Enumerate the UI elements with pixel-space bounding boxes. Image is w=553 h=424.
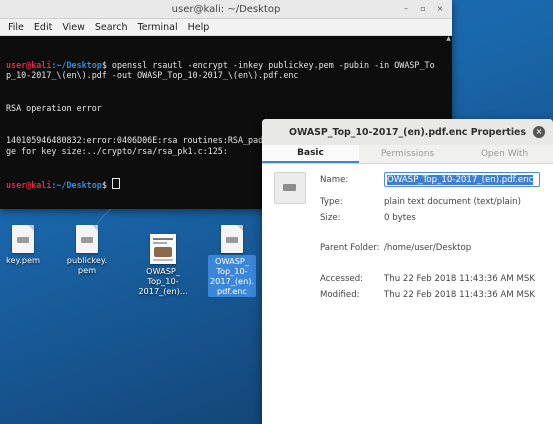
tab-basic[interactable]: Basic <box>262 145 359 163</box>
parent-folder-label: Parent Folder: <box>320 243 380 253</box>
terminal-menubar: File Edit View Search Terminal Help <box>0 19 452 36</box>
menu-edit[interactable]: Edit <box>34 22 52 33</box>
desktop-icon-owasp-pdf-enc[interactable]: OWASP_ Top_10- 2017_(en). pdf.enc <box>205 225 259 297</box>
menu-terminal[interactable]: Terminal <box>138 22 178 33</box>
desktop-icon-label: OWASP_ Top_10- 2017_(en). pdf.enc <box>207 255 257 297</box>
prompt-symbol: $ <box>101 59 112 70</box>
document-icon <box>221 225 243 253</box>
document-icon <box>76 225 98 253</box>
menu-search[interactable]: Search <box>95 22 128 33</box>
size-row: Size: 0 bytes <box>320 213 416 223</box>
pdf-thumbnail-icon <box>150 234 176 264</box>
terminal-titlebar[interactable]: user@kali: ~/Desktop – ▫ × <box>0 0 452 19</box>
dialog-tabs: Basic Permissions Open With <box>262 145 553 164</box>
dialog-body: Name: OWASP_Top_10-2017_(en).pdf.enc Typ… <box>262 164 553 424</box>
name-field[interactable]: OWASP_Top_10-2017_(en).pdf.enc <box>384 172 540 187</box>
desktop-icon-label: OWASP_ Top_10- 2017_(en)... <box>138 266 188 296</box>
menu-file[interactable]: File <box>8 22 24 33</box>
maximize-icon[interactable]: ▫ <box>417 3 429 15</box>
desktop-icon-publickey-pem[interactable]: publickey. pem <box>60 225 114 275</box>
prompt-user: user@kali <box>6 180 52 191</box>
prompt-symbol: $ <box>101 180 112 191</box>
error-line-1: RSA operation error <box>6 102 102 113</box>
prompt-path: :~/Desktop <box>51 59 102 70</box>
document-icon <box>12 225 34 253</box>
command-line: user@kali:~/Desktop$ openssl rsautl -enc… <box>6 60 438 82</box>
window-controls: – ▫ × <box>400 3 446 15</box>
dialog-title: OWASP_Top_10-2017_(en).pdf.enc Propertie… <box>289 126 526 138</box>
scroll-up-icon[interactable]: ▲ <box>446 36 451 42</box>
type-label: Type: <box>320 197 343 207</box>
type-value: plain text document (text/plain) <box>384 197 521 207</box>
menu-view[interactable]: View <box>62 22 85 33</box>
type-row: Type: plain text document (text/plain) <box>320 197 521 207</box>
name-value: OWASP_Top_10-2017_(en).pdf.enc <box>387 175 534 185</box>
tab-permissions[interactable]: Permissions <box>359 145 456 163</box>
minimize-icon[interactable]: – <box>400 3 412 15</box>
modified-label: Modified: <box>320 290 360 300</box>
accessed-value: Thu 22 Feb 2018 11:43:36 AM MSK <box>384 274 535 284</box>
name-row: Name: <box>320 175 384 185</box>
parent-folder-value: /home/user/Desktop <box>384 243 472 253</box>
name-label: Name: <box>320 175 349 185</box>
desktop-icon-owasp-pdf[interactable]: OWASP_ Top_10- 2017_(en)... <box>136 234 190 296</box>
size-value: 0 bytes <box>384 213 416 223</box>
terminal-title: user@kali: ~/Desktop <box>171 3 281 15</box>
properties-dialog[interactable]: OWASP_Top_10-2017_(en).pdf.enc Propertie… <box>262 119 553 424</box>
desktop-icon-key-pem[interactable]: key.pem <box>0 225 50 265</box>
prompt-path: :~/Desktop <box>51 180 102 191</box>
accessed-label: Accessed: <box>320 274 364 284</box>
modified-value: Thu 22 Feb 2018 11:43:36 AM MSK <box>384 290 535 300</box>
prompt-user: user@kali <box>6 59 52 70</box>
size-label: Size: <box>320 213 341 223</box>
parent-folder-row: Parent Folder: /home/user/Desktop <box>320 243 471 253</box>
desktop-icon-label: key.pem <box>6 255 40 265</box>
file-type-icon <box>274 172 306 204</box>
text-cursor <box>111 178 120 190</box>
accessed-row: Accessed: Thu 22 Feb 2018 11:43:36 AM MS… <box>320 274 535 284</box>
close-icon[interactable]: × <box>533 126 545 138</box>
modified-row: Modified: Thu 22 Feb 2018 11:43:36 AM MS… <box>320 290 535 300</box>
close-icon[interactable]: × <box>434 3 446 15</box>
tab-open-with[interactable]: Open With <box>456 145 553 163</box>
dialog-titlebar[interactable]: OWASP_Top_10-2017_(en).pdf.enc Propertie… <box>262 119 553 145</box>
desktop-icon-label: publickey. pem <box>66 255 108 275</box>
menu-help[interactable]: Help <box>188 22 210 33</box>
